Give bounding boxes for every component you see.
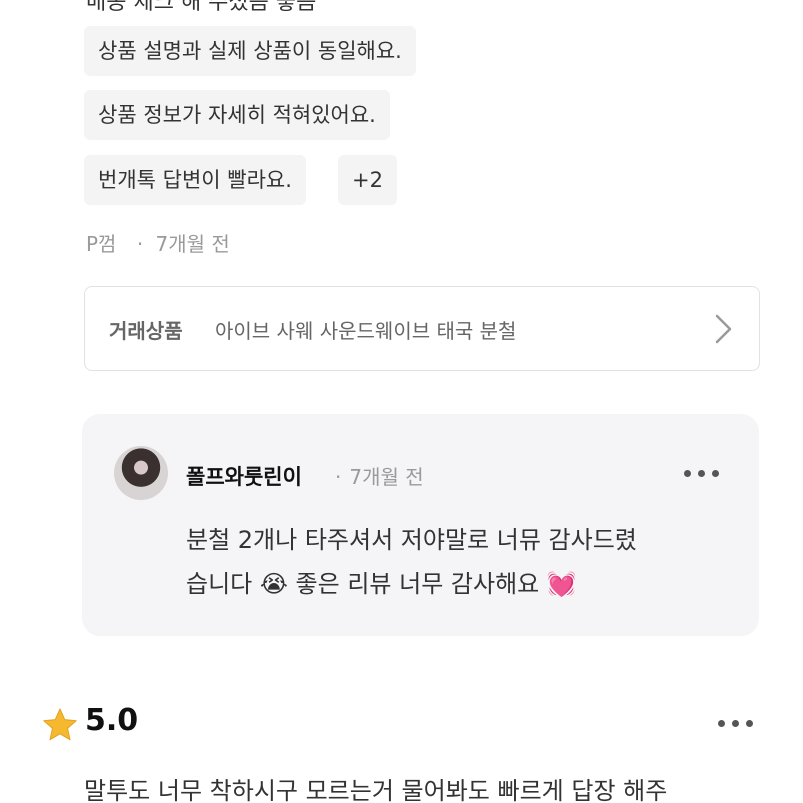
meta-separator: · <box>136 232 144 256</box>
avatar[interactable] <box>114 446 168 500</box>
review-tag: 번개톡 답변이 빨라요. <box>84 155 306 205</box>
chevron-right-icon <box>715 314 732 344</box>
reply-text: 분철 2개나 타주셔서 저야말로 너뮤 감사드렸 습니다 😭 좋은 리뷰 너무 … <box>186 518 726 606</box>
product-name: 아이브 사웨 사운드웨이브 태국 분철 <box>215 319 517 343</box>
review-time: 7개월 전 <box>155 232 230 256</box>
product-label: 거래상품 <box>109 319 183 343</box>
star-icon <box>43 708 77 741</box>
review-tag: 상품 정보가 자세히 적혀있어요. <box>84 90 390 140</box>
reply-line: 습니다 😭 좋은 리뷰 너무 감사해요 💓 <box>186 570 577 598</box>
review-text: 말투도 너무 착하시구 모르는거 물어봐도 빠르게 답장 해주 <box>84 777 668 803</box>
meta-separator: · <box>335 465 342 489</box>
more-tags-button[interactable]: +2 <box>338 155 397 205</box>
more-icon[interactable] <box>684 470 719 477</box>
review-tag: 상품 설명과 실제 상품이 동일해요. <box>84 26 416 76</box>
rating-value: 5.0 <box>85 703 139 738</box>
reply-line: 분철 2개나 타주셔서 저야말로 너뮤 감사드렸 <box>186 526 637 554</box>
reply-time-text: 7개월 전 <box>349 465 424 489</box>
previous-review-text: 배송 체크 해 주셨음 좋음 <box>86 0 317 15</box>
review-author: P껌 <box>86 232 117 256</box>
more-icon[interactable] <box>718 720 753 727</box>
review-meta: P껌 · 7개월 전 <box>86 228 230 257</box>
reply-time: · 7개월 전 <box>335 461 424 490</box>
seller-reply: 폴프와룻린이 · 7개월 전 분철 2개나 타주셔서 저야말로 너뮤 감사드렸 습… <box>82 414 759 636</box>
seller-name[interactable]: 폴프와룻린이 <box>186 461 302 491</box>
product-link[interactable]: 거래상품 아이브 사웨 사운드웨이브 태국 분철 <box>84 286 760 371</box>
